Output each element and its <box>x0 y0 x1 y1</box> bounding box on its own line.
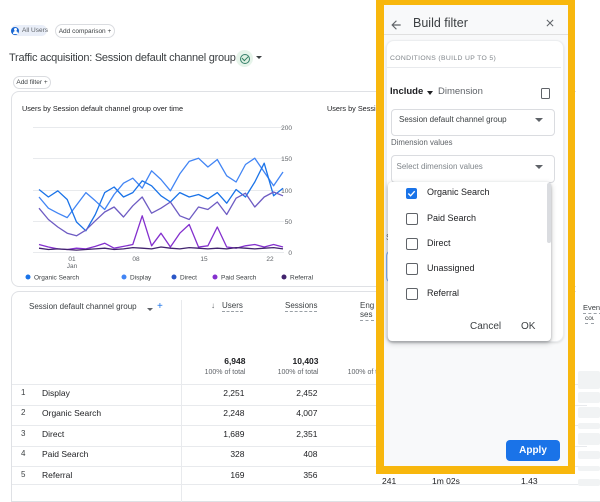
svg-text:01: 01 <box>68 256 76 263</box>
svg-text:Display: Display <box>130 275 152 282</box>
svg-text:200: 200 <box>281 125 292 132</box>
svg-text:22: 22 <box>266 256 274 263</box>
svg-text:15: 15 <box>200 256 208 263</box>
svg-text:Direct: Direct <box>180 275 197 282</box>
svg-text:Jan: Jan <box>67 263 78 270</box>
svg-text:Organic Search: Organic Search <box>34 275 80 282</box>
svg-text:08: 08 <box>132 256 140 263</box>
svg-text:0: 0 <box>288 250 292 257</box>
svg-text:Referral: Referral <box>290 275 314 282</box>
svg-text:Paid Search: Paid Search <box>221 275 257 282</box>
svg-text:50: 50 <box>285 219 293 226</box>
svg-text:150: 150 <box>281 156 292 163</box>
